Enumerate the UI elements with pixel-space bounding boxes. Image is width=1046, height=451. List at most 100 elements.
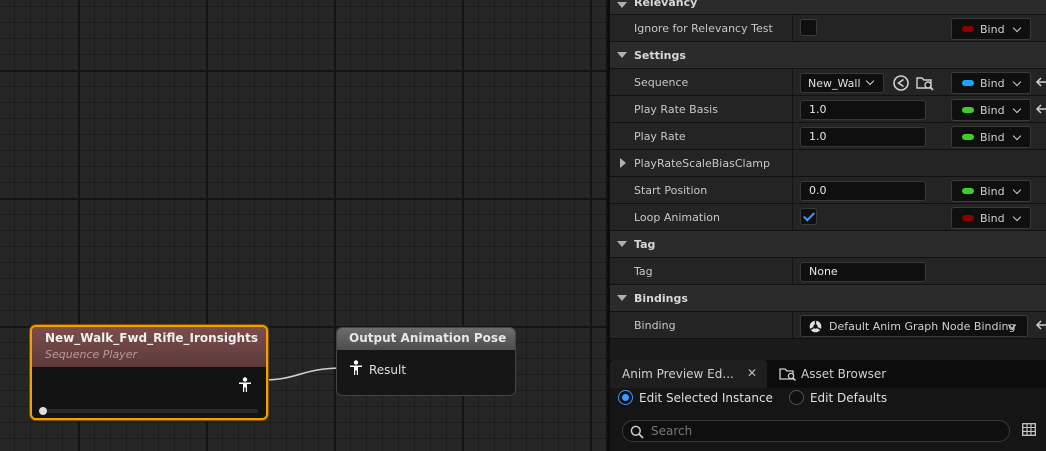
reset-to-default-icon[interactable] [1035,318,1046,332]
row-loop-animation: Loop Animation Bind [610,204,1046,231]
bind-label: Bind [980,23,1005,36]
browse-asset-icon[interactable] [916,74,934,92]
node-title: Output Animation Pose [337,328,515,350]
node-body [32,367,266,418]
start-position-input[interactable]: 0.0 [800,181,926,201]
bind-label: Bind [980,131,1005,144]
property-label: Loop Animation [634,211,720,224]
row-play-rate: Play Rate 1.0 Bind [610,123,1046,150]
row-ignore-relevancy: Ignore for Relevancy Test Bind [610,15,1046,42]
anim-preview-panel: Anim Preview Ed... ✕ Asset Browser Edit … [608,360,1046,451]
playback-progress-bar[interactable] [39,407,258,415]
bind-label: Bind [980,212,1005,225]
ignore-relevancy-checkbox[interactable] [800,19,817,36]
node-title: New_Walk_Fwd_Rifle_Ironsights [45,331,258,345]
category-tag[interactable]: Tag [610,231,1046,258]
reset-to-default-icon[interactable] [1035,75,1046,89]
bind-label: Bind [980,104,1005,117]
edit-defaults-radio[interactable]: Edit Defaults [788,390,888,405]
row-sequence: Sequence New_Wall Bind [610,69,1046,96]
node-subtitle: Sequence Player [45,348,137,361]
reset-to-default-icon[interactable] [1035,102,1046,116]
category-label: Settings [634,49,686,62]
close-icon[interactable]: ✕ [747,366,757,380]
progress-knob[interactable] [39,407,47,415]
chevron-down-icon [1012,77,1022,87]
bind-button[interactable]: Bind [951,126,1031,148]
output-pose-node[interactable]: Output Animation Pose Result [336,327,516,396]
binding-dropdown[interactable]: Default Anim Graph Node Binding [800,315,1028,337]
property-label: Binding [634,319,676,332]
bind-button[interactable]: Bind [951,180,1031,202]
category-settings[interactable]: Settings [610,42,1046,69]
row-tag: Tag None [610,258,1046,285]
category-label: Tag [634,238,656,251]
property-label: Play Rate Basis [634,103,718,116]
use-selected-icon[interactable] [892,74,910,92]
tab-label: Asset Browser [801,367,887,381]
pin-type-icon [962,188,974,194]
folder-search-icon [779,367,797,384]
category-relevancy[interactable]: Relevancy [610,0,1046,15]
category-label: Bindings [634,292,688,305]
pin-type-icon [962,80,974,86]
sequence-value: New_Wall [808,77,861,90]
bind-button[interactable]: Bind [951,72,1031,94]
node-header: New_Walk_Fwd_Rifle_Ironsights Sequence P… [32,327,266,367]
loop-animation-checkbox[interactable] [800,208,817,225]
tab-label: Anim Preview Ed... [622,367,734,381]
search-input[interactable] [651,423,991,439]
bind-button[interactable]: Bind [951,207,1031,229]
chevron-down-icon [1012,212,1022,222]
tab-bar: Anim Preview Ed... ✕ Asset Browser [610,360,1046,388]
radio-selected-icon [618,390,633,405]
expand-caret-icon[interactable] [620,158,626,168]
details-panel: Relevancy Ignore for Relevancy Test Bind… [608,0,1046,360]
sequence-player-node[interactable]: New_Walk_Fwd_Rifle_Ironsights Sequence P… [30,325,268,420]
row-play-rate-scale-bias-clamp[interactable]: PlayRateScaleBiasClamp [610,150,1046,177]
edit-mode-radios: Edit Selected Instance Edit Defaults [618,390,903,405]
sequence-asset-picker[interactable]: New_Wall [800,73,884,93]
chevron-down-icon [1012,104,1022,114]
collapse-caret-icon[interactable] [617,2,627,8]
pin-type-icon [962,107,974,113]
play-rate-basis-input[interactable]: 1.0 [800,100,926,120]
collapse-caret-icon[interactable] [617,52,627,58]
radio-label: Edit Selected Instance [639,390,773,405]
tab-asset-browser[interactable]: Asset Browser [775,360,905,388]
pin-label: Result [369,362,407,377]
bind-button[interactable]: Bind [951,18,1031,40]
search-icon [630,425,644,442]
table-view-icon[interactable] [1022,423,1036,439]
chevron-down-icon [865,76,875,86]
chevron-down-icon [1012,23,1022,33]
tag-input[interactable]: None [800,262,926,282]
radio-unselected-icon [788,390,804,405]
anim-graph-canvas[interactable]: New_Walk_Fwd_Rifle_Ironsights Sequence P… [0,0,606,451]
chevron-down-icon [1012,131,1022,141]
edit-selected-instance-radio[interactable]: Edit Selected Instance [618,390,773,405]
property-label: Ignore for Relevancy Test [634,22,773,35]
property-label: Start Position [634,184,708,197]
row-play-rate-basis: Play Rate Basis 1.0 Bind [610,96,1046,123]
property-label: Play Rate [634,130,686,143]
property-label: Sequence [634,76,689,89]
collapse-caret-icon[interactable] [617,295,627,301]
tab-anim-preview-editor[interactable]: Anim Preview Ed... ✕ [610,360,767,388]
property-label: Tag [634,265,653,278]
bind-label: Bind [980,185,1005,198]
pose-input-pin-icon[interactable] [349,360,363,379]
chevron-down-icon [1012,185,1022,195]
collapse-caret-icon[interactable] [617,241,627,247]
category-label: Relevancy [634,0,698,9]
pose-output-pin-icon[interactable] [238,377,252,396]
property-label: PlayRateScaleBiasClamp [634,157,771,170]
row-binding: Binding Default Anim Graph Node Binding [610,312,1046,339]
category-bindings[interactable]: Bindings [610,285,1046,312]
binding-value: Default Anim Graph Node Binding [829,320,1016,333]
play-rate-input[interactable]: 1.0 [800,127,926,147]
search-box[interactable] [622,420,1010,442]
row-start-position: Start Position 0.0 Bind [610,177,1046,204]
radio-label: Edit Defaults [809,390,888,405]
bind-button[interactable]: Bind [951,99,1031,121]
